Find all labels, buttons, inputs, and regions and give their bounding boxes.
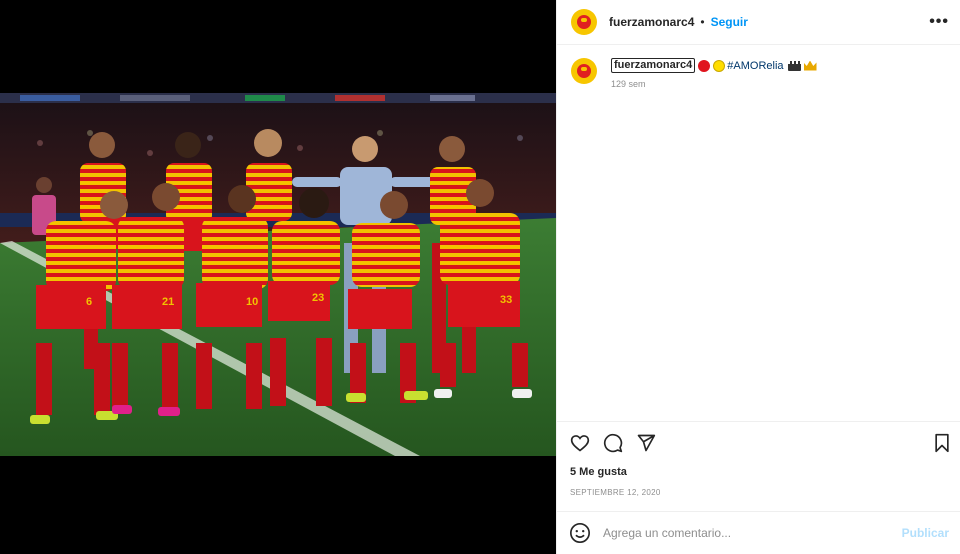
comment-icon[interactable] xyxy=(603,433,623,453)
avatar[interactable] xyxy=(571,9,597,35)
caption-line: fuerzamonarc4 #AMORelia xyxy=(611,58,817,73)
hashtag-link[interactable]: #AMORelia xyxy=(727,60,783,72)
bookmark-icon[interactable] xyxy=(933,433,951,453)
post-username[interactable]: fuerzamonarc4 xyxy=(609,15,694,29)
caption-body: fuerzamonarc4 #AMORelia 129 sem xyxy=(611,58,817,89)
more-options-icon[interactable]: ••• xyxy=(929,13,949,31)
shirt-number: 21 xyxy=(162,296,174,308)
action-bar xyxy=(557,421,960,461)
shirt-number: 23 xyxy=(312,292,324,304)
post-header: fuerzamonarc4 • Seguir ••• xyxy=(557,0,960,45)
post-photo[interactable]: 6 21 10 23 33 xyxy=(0,93,556,456)
caption: fuerzamonarc4 #AMORelia 129 sem xyxy=(571,58,951,89)
caption-username[interactable]: fuerzamonarc4 xyxy=(611,58,696,73)
post-side-pane: fuerzamonarc4 • Seguir ••• fuerzamonarc4… xyxy=(556,0,960,554)
clapperboard-emoji-icon xyxy=(787,60,801,71)
separator-dot: • xyxy=(700,15,705,29)
red-circle-emoji-icon xyxy=(698,59,711,72)
media-pane: 6 21 10 23 33 xyxy=(0,0,556,554)
caption-time[interactable]: 129 sem xyxy=(611,79,817,89)
shirt-number: 33 xyxy=(500,294,512,306)
shirt-number: 10 xyxy=(246,296,258,308)
emoji-icon[interactable] xyxy=(569,522,591,544)
comment-bar: Publicar xyxy=(557,511,960,554)
comment-input[interactable] xyxy=(603,526,902,540)
post-date: SEPTIEMBRE 12, 2020 xyxy=(570,488,661,497)
follow-button[interactable]: Seguir xyxy=(711,15,748,29)
heart-icon[interactable] xyxy=(570,433,590,453)
yellow-circle-emoji-icon xyxy=(713,59,726,72)
likes-count[interactable]: 5 Me gusta xyxy=(570,466,627,478)
crown-emoji-icon xyxy=(803,60,817,71)
share-icon[interactable] xyxy=(636,433,656,453)
publish-button[interactable]: Publicar xyxy=(902,526,949,540)
team-photo-image: 6 21 10 23 33 xyxy=(0,93,556,456)
shirt-number: 6 xyxy=(86,296,92,308)
caption-avatar[interactable] xyxy=(571,58,597,84)
